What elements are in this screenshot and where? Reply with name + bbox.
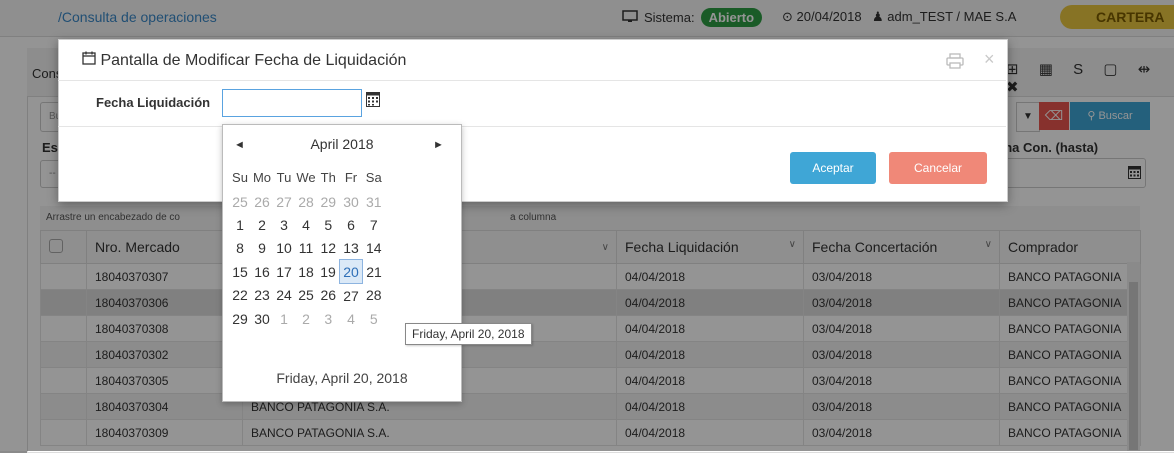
- calendar-weekday-row: Su Mo Tu We Th Fr Sa: [229, 165, 385, 190]
- date-tooltip: Friday, April 20, 2018: [405, 323, 532, 345]
- calendar-weekday: Sa: [365, 170, 382, 185]
- calendar-day[interactable]: 25: [295, 284, 317, 308]
- calendar-day[interactable]: 4: [340, 307, 363, 330]
- calendar-day[interactable]: 29: [229, 307, 251, 330]
- calendar-day[interactable]: 28: [363, 284, 386, 308]
- calendar-day[interactable]: 3: [317, 307, 340, 330]
- modal-header-divider: [58, 80, 1006, 81]
- calendar-week-row: 29 30 1 2 3 4 5: [229, 307, 385, 330]
- calendar-weekday: Mo: [252, 170, 272, 185]
- calendar-day[interactable]: 23: [251, 284, 273, 308]
- calendar-day[interactable]: 11: [295, 236, 317, 260]
- calendar-day[interactable]: 1: [273, 307, 295, 330]
- calendar-day[interactable]: 28: [295, 190, 317, 213]
- calendar-day[interactable]: 13: [340, 236, 363, 260]
- calendar-day[interactable]: 17: [273, 260, 295, 284]
- calendar-day[interactable]: 30: [251, 307, 273, 330]
- calendar-weekday: Tu: [276, 170, 292, 185]
- calendar-today-footer[interactable]: Friday, April 20, 2018: [223, 370, 461, 386]
- calendar-day[interactable]: 21: [363, 260, 386, 284]
- modal-footer-divider: [58, 126, 1006, 127]
- calendar-day[interactable]: 16: [251, 260, 273, 284]
- calendar-grid: Su Mo Tu We Th Fr Sa 25 26 27 28 29 30 31 1 2 3 4 5 6 7 8 9 10 1…: [229, 165, 385, 330]
- calendar-week-row: 1234567: [229, 213, 385, 236]
- calendar-day[interactable]: 5: [363, 307, 386, 330]
- calendar-weekday: Th: [320, 170, 336, 185]
- close-icon[interactable]: ×: [984, 49, 995, 70]
- calendar-day[interactable]: 9: [251, 236, 273, 260]
- fecha-liquidacion-label: Fecha Liquidación: [96, 95, 211, 110]
- accept-button[interactable]: Aceptar: [790, 152, 876, 184]
- calendar-day[interactable]: 31: [363, 190, 386, 213]
- calendar-day[interactable]: 8: [229, 236, 251, 260]
- calendar-day[interactable]: 6: [340, 213, 363, 236]
- calendar-day[interactable]: 1: [229, 213, 251, 236]
- calendar-day[interactable]: 15: [229, 260, 251, 284]
- calendar-day[interactable]: 2: [251, 213, 273, 236]
- calendar-weekday: Su: [232, 170, 248, 185]
- calendar-day[interactable]: 10: [273, 236, 295, 260]
- calendar-weekday: We: [296, 170, 316, 185]
- calendar-month-title[interactable]: April 2018: [223, 136, 461, 152]
- calendar-day[interactable]: 2: [295, 307, 317, 330]
- calendar-day[interactable]: 18: [295, 260, 317, 284]
- calendar-day[interactable]: 7: [363, 213, 386, 236]
- calendar-weekday: Fr: [344, 170, 358, 185]
- calendar-day[interactable]: 29: [317, 190, 340, 213]
- calendar-week-row: 8 9 10 11 12 13 14: [229, 236, 385, 260]
- calendar-week-row: 22 23 24 25 26 27 28: [229, 284, 385, 308]
- calendar-week-row: 25 26 27 28 29 30 31: [229, 190, 385, 213]
- calendar-day[interactable]: 14: [363, 236, 386, 260]
- calendar-day[interactable]: 27: [273, 190, 295, 213]
- calendar-day[interactable]: 4: [295, 213, 317, 236]
- calendar-day[interactable]: 24: [273, 284, 295, 308]
- next-month-icon[interactable]: ►: [433, 139, 444, 151]
- calendar-day[interactable]: 26: [251, 190, 273, 213]
- date-picker-popup: ◄ April 2018 ► Su Mo Tu We Th Fr Sa 25 26 27 28 29 3…: [222, 124, 462, 402]
- calendar-day[interactable]: 25: [229, 190, 251, 213]
- calendar-icon[interactable]: [366, 91, 380, 110]
- calendar-day[interactable]: 19: [317, 260, 340, 284]
- calendar-day[interactable]: 5: [317, 213, 340, 236]
- modal-title: Pantalla de Modificar Fecha de Liquidaci…: [82, 51, 406, 70]
- calendar-day[interactable]: 27: [340, 284, 363, 308]
- cancel-button[interactable]: Cancelar: [889, 152, 987, 184]
- calendar-icon: [82, 51, 100, 69]
- calendar-day[interactable]: 3: [273, 213, 295, 236]
- print-icon[interactable]: [946, 53, 964, 72]
- calendar-day[interactable]: 22: [229, 284, 251, 308]
- calendar-day[interactable]: 20: [339, 259, 363, 284]
- calendar-day[interactable]: 12: [317, 236, 340, 260]
- calendar-day[interactable]: 26: [317, 284, 340, 308]
- fecha-liquidacion-input[interactable]: [222, 89, 362, 117]
- calendar-day[interactable]: 30: [340, 190, 363, 213]
- modal-title-text: Pantalla de Modificar Fecha de Liquidaci…: [100, 52, 407, 69]
- calendar-week-row: 15 16 17 18 19 20 21: [229, 259, 386, 284]
